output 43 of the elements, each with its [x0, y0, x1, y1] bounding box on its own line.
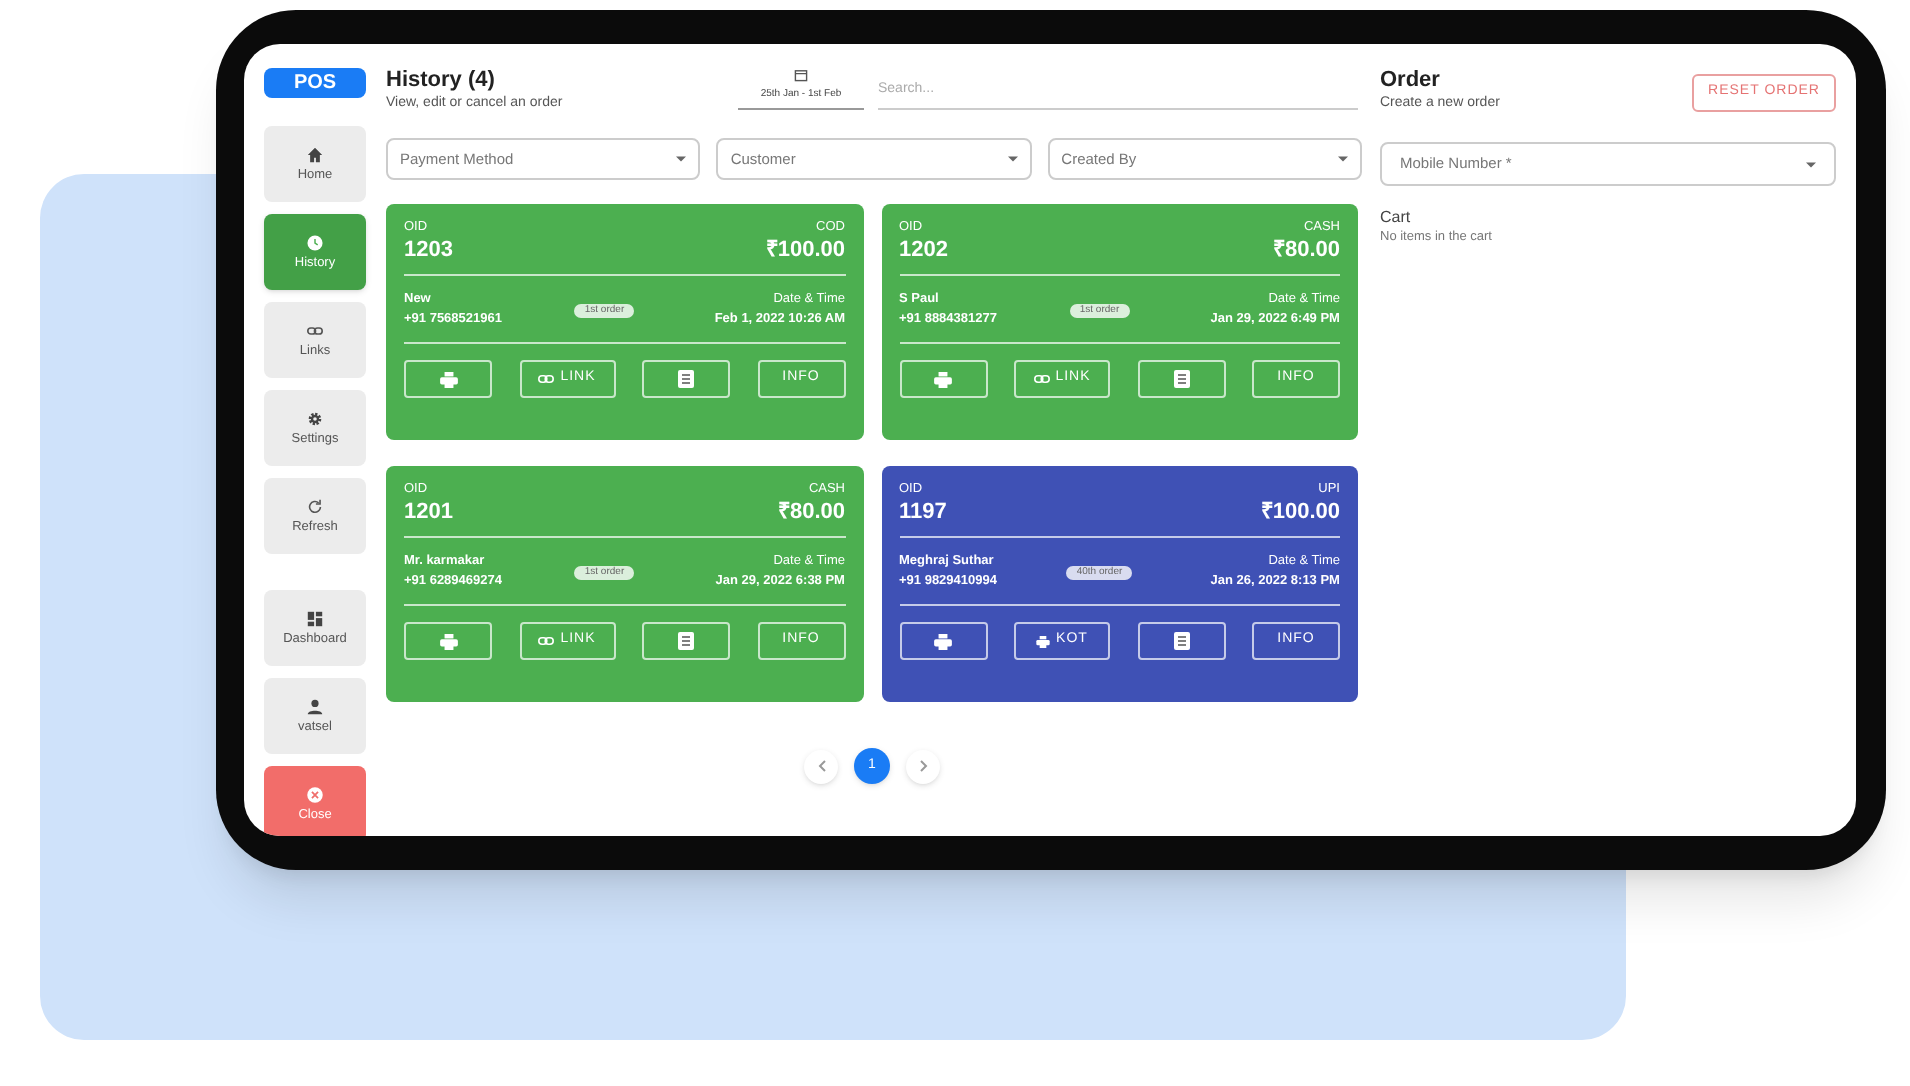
order-title: Order — [1380, 68, 1442, 94]
receipt-icon — [678, 370, 694, 388]
receipt-button[interactable] — [1137, 622, 1225, 660]
caret-icon — [676, 156, 687, 162]
order-amount: ₹80.00 — [1272, 236, 1340, 264]
chevron-left-icon — [817, 760, 825, 772]
print-button[interactable] — [899, 622, 987, 660]
printer-icon — [934, 371, 952, 387]
order-amount: ₹100.00 — [765, 236, 845, 264]
printer-icon — [934, 633, 952, 649]
receipt-icon — [1173, 370, 1189, 388]
order-id: 1203 — [404, 236, 453, 264]
caret-icon — [1007, 156, 1018, 162]
receipt-icon — [1173, 632, 1189, 650]
next-page-button[interactable] — [906, 749, 940, 783]
settings-icon — [306, 409, 324, 427]
printer-icon — [439, 371, 457, 387]
cart-title: Cart — [1380, 208, 1413, 228]
refresh-icon — [306, 497, 324, 515]
order-id: 1201 — [404, 498, 453, 526]
link-icon — [538, 374, 555, 384]
order-id: 1202 — [899, 236, 948, 264]
calendar-icon — [794, 68, 808, 82]
order-amount: ₹100.00 — [1260, 498, 1340, 526]
person-icon — [306, 697, 324, 715]
pos-button[interactable]: POS — [264, 68, 366, 98]
page-title: History (4) — [386, 68, 497, 94]
close-icon — [306, 785, 324, 803]
clock-icon — [306, 233, 324, 251]
dashboard-icon — [306, 609, 324, 627]
link-icon — [1033, 374, 1050, 384]
chevron-right-icon — [919, 760, 927, 772]
link-icon — [306, 321, 324, 339]
caret-icon — [1806, 161, 1816, 167]
receipt-icon — [678, 632, 694, 650]
caret-icon — [1337, 156, 1348, 162]
home-icon — [306, 145, 324, 163]
order-id: 1197 — [899, 498, 947, 526]
previous-page-button[interactable] — [804, 749, 838, 783]
link-icon — [538, 636, 555, 646]
order-amount: ₹80.00 — [777, 498, 845, 526]
printer-icon — [439, 633, 457, 649]
printer-icon — [1036, 635, 1051, 647]
